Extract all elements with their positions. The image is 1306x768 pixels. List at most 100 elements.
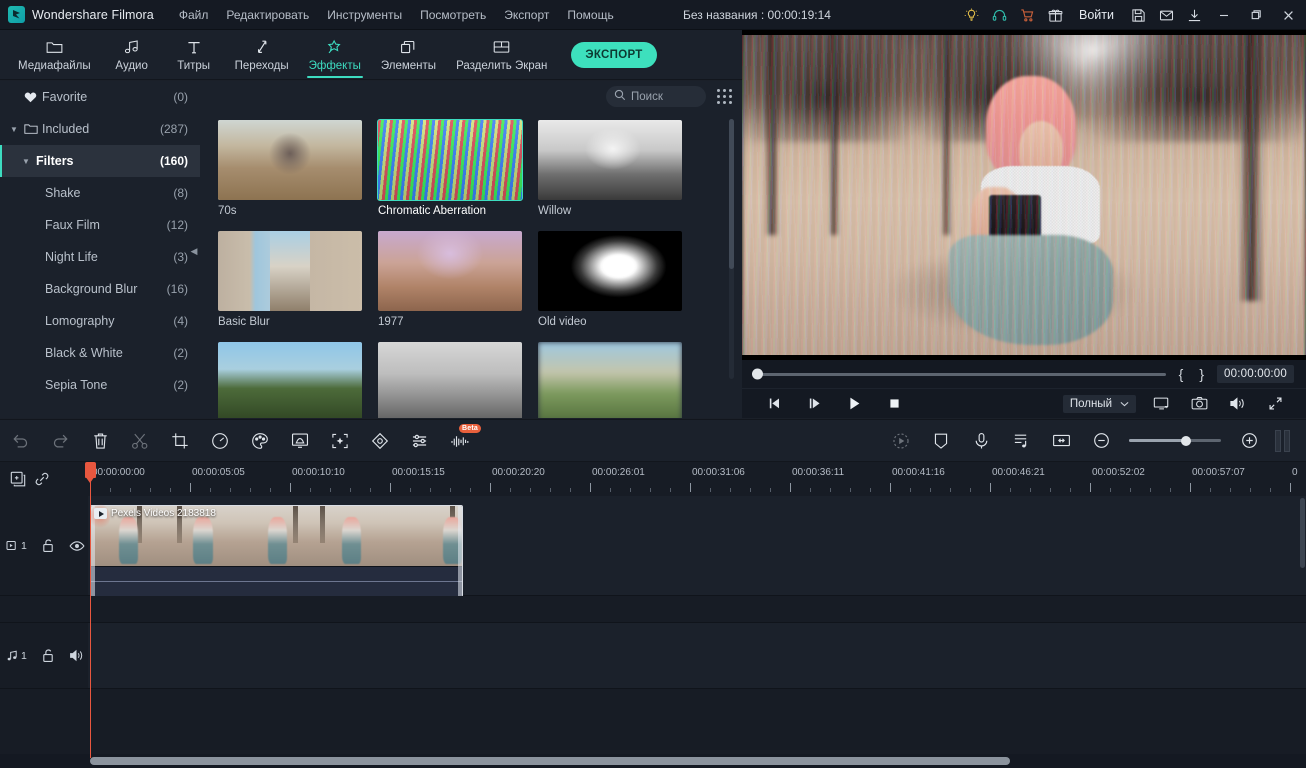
adjust-button[interactable]	[400, 420, 440, 462]
menu-file[interactable]: Файл	[170, 4, 218, 26]
effect-card-row3-1[interactable]	[218, 342, 362, 418]
zoom-in-button[interactable]	[1229, 420, 1269, 462]
lightbulb-icon[interactable]	[957, 0, 985, 30]
collapse-panel-handle[interactable]: ◀	[189, 240, 199, 262]
next-frame-button[interactable]	[794, 397, 834, 410]
clip-trim-handle-right[interactable]	[458, 506, 462, 596]
mark-in-button[interactable]: {	[1176, 366, 1187, 382]
category-faux-film[interactable]: Faux Film (12)	[0, 209, 200, 241]
preview-quality-select[interactable]: Полный	[1062, 394, 1136, 413]
color-button[interactable]	[240, 420, 280, 462]
seek-handle[interactable]	[752, 368, 763, 380]
audio-mixer-button[interactable]	[1001, 420, 1041, 462]
category-sepia-tone[interactable]: Sepia Tone (2)	[0, 369, 200, 401]
tab-audio[interactable]: Аудио	[101, 31, 163, 79]
effect-card-old-video[interactable]: Old video	[538, 231, 682, 328]
unlock-icon[interactable]	[41, 538, 55, 553]
zoom-slider-handle[interactable]	[1181, 435, 1192, 446]
play-button[interactable]	[834, 396, 874, 411]
display-settings-button[interactable]	[1142, 396, 1180, 411]
save-icon[interactable]	[1124, 0, 1152, 30]
effect-thumbnail[interactable]	[538, 120, 682, 200]
search-input[interactable]: Поиск	[606, 86, 706, 107]
keyframe-button[interactable]	[360, 420, 400, 462]
timeline-ruler-scale[interactable]: 00:00:00:00 00:00:05:05 00:00:10:10 00:00:1…	[88, 462, 1306, 496]
chevron-down-icon[interactable]: ▼	[22, 157, 36, 166]
tab-effects[interactable]: Эффекты	[299, 31, 371, 79]
mark-out-button[interactable]: }	[1196, 366, 1207, 382]
effect-thumbnail[interactable]	[538, 342, 682, 418]
effects-scrollbar[interactable]	[729, 119, 734, 379]
unlock-icon[interactable]	[41, 648, 55, 663]
effect-thumbnail[interactable]	[218, 120, 362, 200]
speaker-icon[interactable]	[69, 649, 85, 662]
effect-card-1977[interactable]: 1977	[378, 231, 522, 328]
timeline-panel-resize-handle[interactable]	[1269, 429, 1300, 452]
add-media-icon[interactable]	[10, 471, 26, 487]
redo-button[interactable]	[40, 420, 80, 462]
timeline-zoom-slider[interactable]	[1129, 435, 1221, 446]
preview-seek-slider[interactable]	[752, 368, 1166, 380]
marker-button[interactable]	[921, 420, 961, 462]
fit-timeline-button[interactable]	[1041, 420, 1081, 462]
signin-button[interactable]: Войти	[1069, 8, 1124, 22]
category-lomography[interactable]: Lomography (4)	[0, 305, 200, 337]
minimize-button[interactable]	[1208, 0, 1240, 30]
green-screen-button[interactable]	[280, 420, 320, 462]
audio-beta-button[interactable]: Beta	[440, 420, 481, 462]
prev-frame-button[interactable]	[754, 397, 794, 410]
snapshot-button[interactable]	[1180, 396, 1218, 411]
stop-button[interactable]	[874, 397, 914, 410]
zoom-out-button[interactable]	[1081, 420, 1121, 462]
voiceover-button[interactable]	[961, 420, 1001, 462]
effect-thumbnail[interactable]	[538, 231, 682, 311]
category-black-and-white[interactable]: Black & White (2)	[0, 337, 200, 369]
menu-edit[interactable]: Редактировать	[217, 4, 318, 26]
close-button[interactable]	[1272, 0, 1304, 30]
timeline-playhead[interactable]	[85, 462, 96, 758]
grid-view-toggle[interactable]	[716, 88, 734, 106]
fullscreen-button[interactable]	[1256, 396, 1294, 411]
crop-button[interactable]	[160, 420, 200, 462]
gift-icon[interactable]	[1041, 0, 1069, 30]
category-shake[interactable]: Shake (8)	[0, 177, 200, 209]
tab-elements[interactable]: Элементы	[371, 31, 446, 79]
export-button[interactable]: ЭКСПОРТ	[571, 41, 657, 68]
effect-card-willow[interactable]: Willow	[538, 120, 682, 217]
speed-button[interactable]	[200, 420, 240, 462]
effect-card-70s[interactable]: 70s	[218, 120, 362, 217]
link-icon[interactable]	[34, 471, 50, 487]
maximize-button[interactable]	[1240, 0, 1272, 30]
effect-thumbnail[interactable]	[377, 119, 523, 201]
delete-button[interactable]	[80, 420, 120, 462]
tab-titles[interactable]: Титры	[163, 31, 225, 79]
preview-timecode[interactable]: 00:00:00:00	[1217, 365, 1294, 383]
preview-stage[interactable]	[742, 30, 1306, 360]
tab-split-screen[interactable]: Разделить Экран	[446, 31, 557, 79]
effect-thumbnail[interactable]	[218, 342, 362, 418]
menu-view[interactable]: Посмотреть	[411, 4, 495, 26]
category-night-life[interactable]: Night Life (3)	[0, 241, 200, 273]
tab-transitions[interactable]: Переходы	[225, 31, 299, 79]
effect-thumbnail[interactable]	[218, 231, 362, 311]
effect-thumbnail[interactable]	[378, 231, 522, 311]
timeline-clip[interactable]: Pexels Videos 2183818	[90, 505, 463, 597]
tab-media[interactable]: Медиафайлы	[8, 31, 101, 79]
undo-button[interactable]	[0, 420, 40, 462]
category-filters[interactable]: ▼ Filters (160)	[0, 145, 200, 177]
playhead-handle[interactable]	[85, 462, 96, 483]
render-preview-button[interactable]	[881, 420, 921, 462]
menu-help[interactable]: Помощь	[558, 4, 622, 26]
cart-icon[interactable]	[1013, 0, 1041, 30]
timeline-ruler[interactable]: 00:00:00:00 00:00:05:05 00:00:10:10 00:00:1…	[0, 462, 1306, 496]
chevron-down-icon[interactable]: ▼	[10, 125, 24, 134]
effect-card-row3-2[interactable]	[378, 342, 522, 418]
category-included[interactable]: ▼ Included (287)	[0, 113, 200, 145]
effect-card-basic-blur[interactable]: Basic Blur	[218, 231, 362, 328]
menu-export[interactable]: Экспорт	[495, 4, 558, 26]
eye-icon[interactable]	[69, 540, 85, 552]
effect-card-chromatic-aberration[interactable]: Chromatic Aberration	[377, 119, 523, 217]
menu-tools[interactable]: Инструменты	[318, 4, 411, 26]
download-icon[interactable]	[1180, 0, 1208, 30]
split-button[interactable]	[120, 420, 160, 462]
